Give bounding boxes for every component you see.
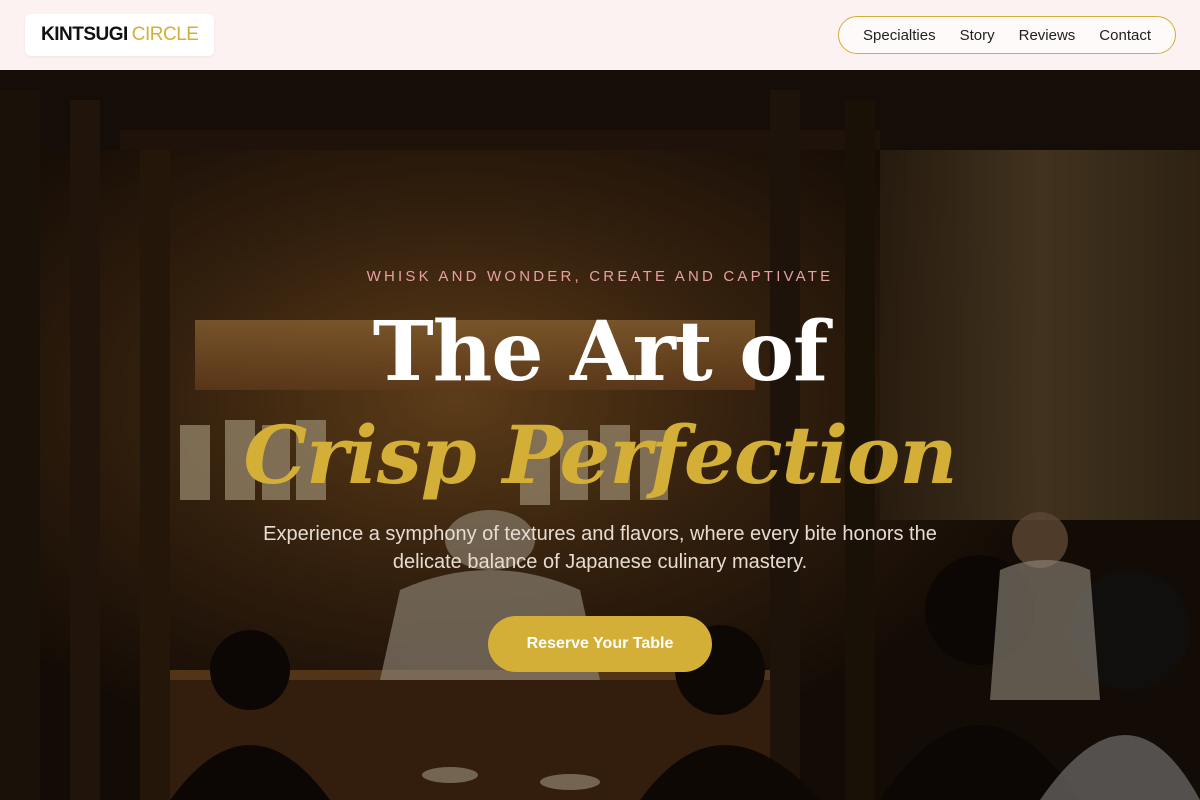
nav-link-reviews[interactable]: Reviews <box>1007 27 1088 44</box>
logo-word-kintsugi: KINTSUGI <box>41 24 128 45</box>
logo-word-circle: CIRCLE <box>131 24 199 45</box>
nav-link-contact[interactable]: Contact <box>1087 27 1163 44</box>
nav-link-specialties[interactable]: Specialties <box>851 27 948 44</box>
site-header: KINTSUGI CIRCLE Specialties Story Review… <box>0 0 1200 70</box>
hero-subtitle: Experience a symphony of textures and fl… <box>263 523 937 573</box>
hero-title-line2: Crisp Perfection <box>243 408 958 502</box>
nav-link-story[interactable]: Story <box>948 27 1007 44</box>
main-nav: Specialties Story Reviews Contact <box>838 16 1176 54</box>
hero-copy: WHISK AND WONDER, CREATE AND CAPTIVATE T… <box>0 70 1200 800</box>
hero-title-line1: The Art of <box>372 304 829 400</box>
hero-tagline: WHISK AND WONDER, CREATE AND CAPTIVATE <box>366 268 834 285</box>
reserve-table-button[interactable]: Reserve Your Table <box>488 616 712 672</box>
logo[interactable]: KINTSUGI CIRCLE <box>25 14 215 56</box>
hero-section: WHISK AND WONDER, CREATE AND CAPTIVATE T… <box>0 70 1200 800</box>
